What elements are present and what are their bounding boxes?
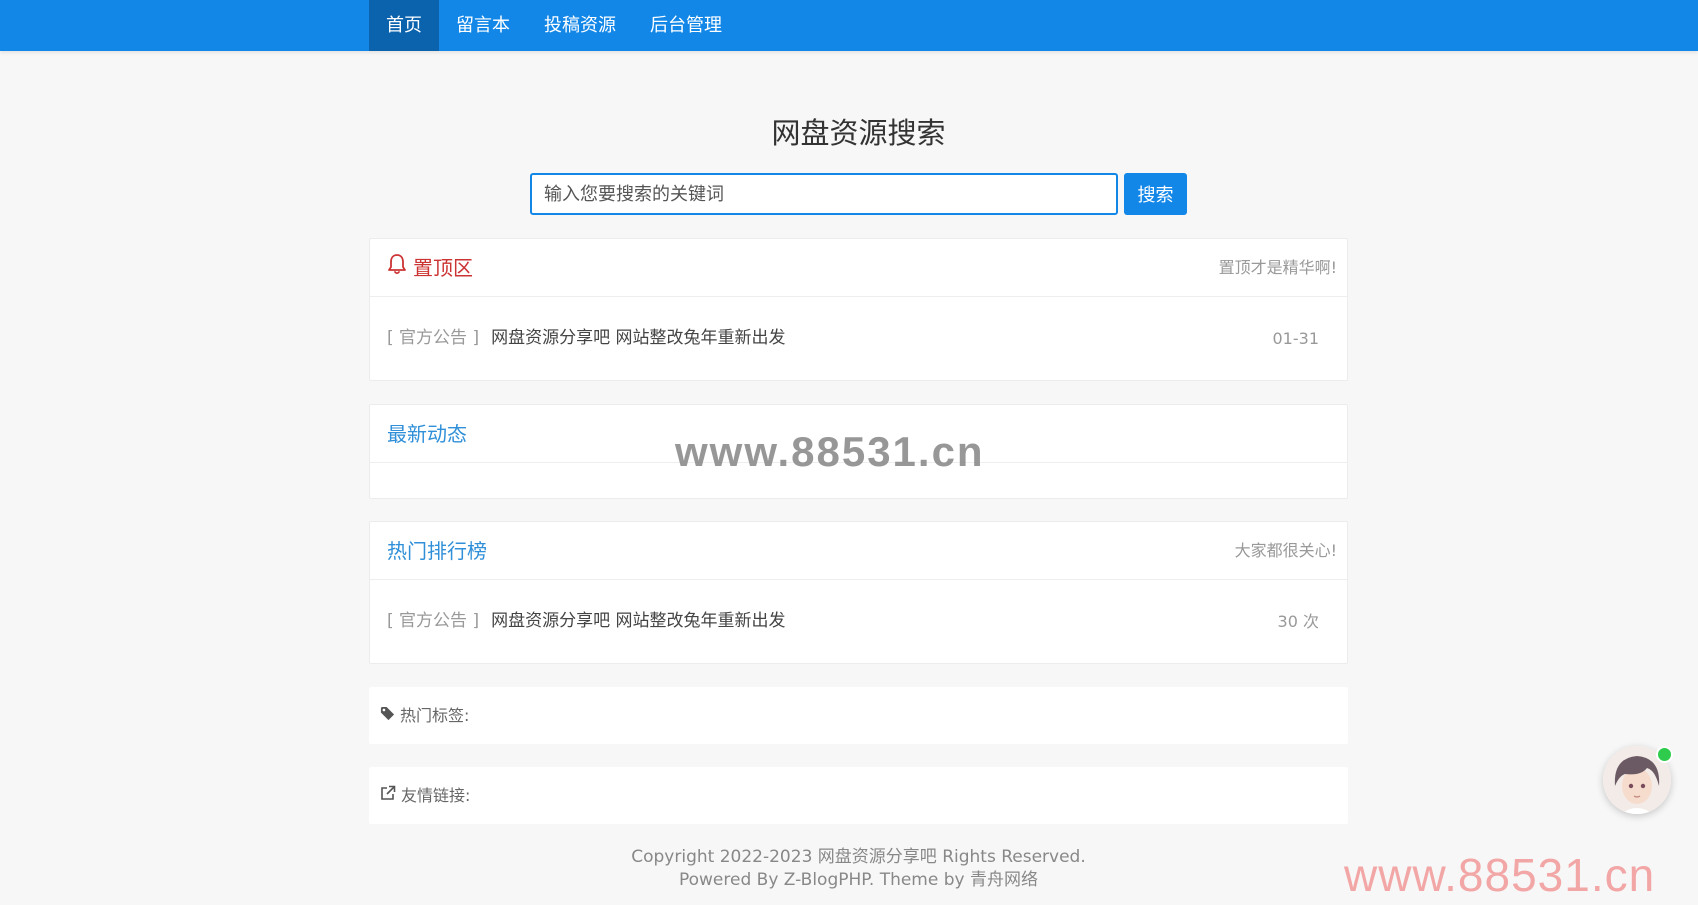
pinned-panel: 置顶区 置顶才是精华啊! [ 官方公告 ] 网盘资源分享吧 网站整改兔年重新出发 … (369, 238, 1348, 381)
nav-item-submit-resource[interactable]: 投稿资源 (527, 0, 633, 51)
list-item[interactable]: [ 官方公告 ] 网盘资源分享吧 网站整改兔年重新出发 01-31 (370, 297, 1347, 380)
top-navigation-bar: 首页 留言本 投稿资源 后台管理 (0, 0, 1698, 51)
pinned-subtitle: 置顶才是精华啊! (1218, 258, 1337, 277)
hot-tags-panel: 热门标签: (369, 687, 1348, 744)
hot-tags-label: 热门标签: (400, 706, 470, 725)
item-title-link[interactable]: 网盘资源分享吧 网站整改兔年重新出发 (491, 328, 785, 348)
pinned-panel-title: 置顶区 (387, 239, 473, 297)
item-category[interactable]: [ 官方公告 ] (387, 611, 479, 631)
tag-icon (380, 687, 400, 744)
online-status-dot (1656, 746, 1673, 763)
site-title: 网盘资源搜索 (771, 116, 946, 150)
item-date: 01-31 (1272, 329, 1320, 348)
latest-panel-title: 最新动态 (387, 422, 467, 446)
pinned-title-text: 置顶区 (413, 256, 473, 280)
search-button[interactable]: 搜索 (1124, 173, 1187, 215)
external-link-icon (380, 767, 401, 824)
nav-item-admin[interactable]: 后台管理 (633, 0, 739, 51)
hot-subtitle: 大家都很关心! (1234, 541, 1337, 560)
watermark-corner: www.88531.cn (1344, 849, 1656, 901)
item-category[interactable]: [ 官方公告 ] (387, 328, 479, 348)
hot-panel-header: 热门排行榜 大家都很关心! (370, 522, 1347, 580)
item-title-link[interactable]: 网盘资源分享吧 网站整改兔年重新出发 (491, 611, 785, 631)
friend-links-panel: 友情链接: (369, 767, 1348, 824)
friend-links-label: 友情链接: (401, 786, 471, 805)
watermark-center: www.88531.cn (675, 428, 985, 475)
nav-item-home[interactable]: 首页 (369, 0, 439, 51)
bell-icon (387, 239, 413, 297)
list-item[interactable]: [ 官方公告 ] 网盘资源分享吧 网站整改兔年重新出发 30 次 (370, 580, 1347, 663)
nav-item-guestbook[interactable]: 留言本 (439, 0, 527, 51)
search-input[interactable] (530, 173, 1118, 215)
hot-ranking-panel: 热门排行榜 大家都很关心! [ 官方公告 ] 网盘资源分享吧 网站整改兔年重新出发… (369, 521, 1348, 664)
nav-menu: 首页 留言本 投稿资源 后台管理 (369, 0, 739, 51)
item-views: 30 次 (1277, 612, 1319, 631)
hot-panel-title: 热门排行榜 (387, 539, 487, 563)
pinned-panel-header: 置顶区 置顶才是精华啊! (370, 239, 1347, 297)
